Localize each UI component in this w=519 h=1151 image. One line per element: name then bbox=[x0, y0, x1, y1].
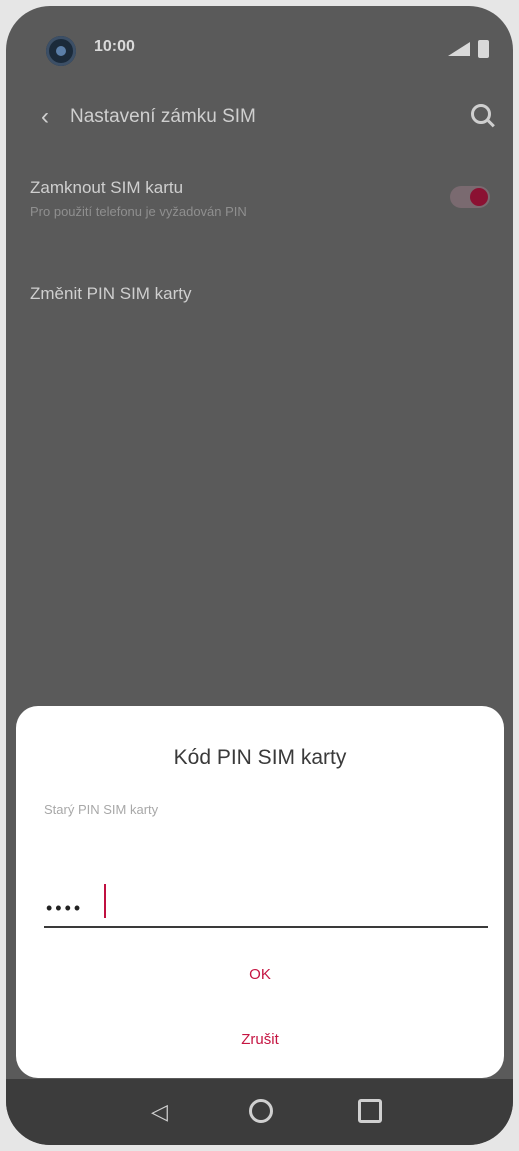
search-icon[interactable] bbox=[471, 104, 491, 124]
screen: 10:00 ‹ Nastavení zámku SIM Zamknout SIM… bbox=[6, 6, 513, 1145]
nav-recents-icon[interactable] bbox=[358, 1099, 382, 1123]
status-time: 10:00 bbox=[94, 38, 135, 55]
ok-button[interactable]: OK bbox=[16, 966, 504, 983]
pin-input[interactable]: •••• bbox=[44, 884, 488, 928]
signal-icon bbox=[448, 42, 470, 56]
navigation-bar: ◁ bbox=[6, 1079, 513, 1145]
toggle-knob bbox=[470, 188, 488, 206]
pin-dialog: Kód PIN SIM karty Starý PIN SIM karty ••… bbox=[16, 706, 504, 1078]
status-icons bbox=[448, 40, 489, 58]
change-pin-row[interactable]: Změnit PIN SIM karty bbox=[30, 284, 192, 304]
nav-home-icon[interactable] bbox=[249, 1099, 273, 1123]
battery-icon bbox=[478, 40, 489, 58]
dialog-title: Kód PIN SIM karty bbox=[173, 746, 347, 769]
dialog-field-label: Starý PIN SIM karty bbox=[44, 802, 159, 817]
device-frame: 10:00 ‹ Nastavení zámku SIM Zamknout SIM… bbox=[0, 0, 519, 1151]
cancel-button[interactable]: Zrušit bbox=[16, 1031, 504, 1048]
pin-input-value: •••• bbox=[46, 898, 84, 918]
back-arrow-icon[interactable]: ‹ bbox=[30, 102, 60, 132]
lock-sim-toggle[interactable] bbox=[450, 186, 490, 208]
top-app-bar: ‹ Nastavení zámku SIM bbox=[6, 94, 513, 140]
page-title: Nastavení zámku SIM bbox=[70, 106, 256, 127]
lock-sim-subtitle: Pro použití telefonu je vyžadován PIN bbox=[30, 204, 247, 219]
text-caret bbox=[104, 884, 106, 918]
lock-sim-title: Zamknout SIM kartu bbox=[30, 178, 184, 197]
front-camera bbox=[46, 36, 76, 66]
lock-sim-row[interactable]: Zamknout SIM kartu Pro použití telefonu … bbox=[30, 178, 490, 238]
nav-back-icon[interactable]: ◁ bbox=[151, 1099, 168, 1125]
